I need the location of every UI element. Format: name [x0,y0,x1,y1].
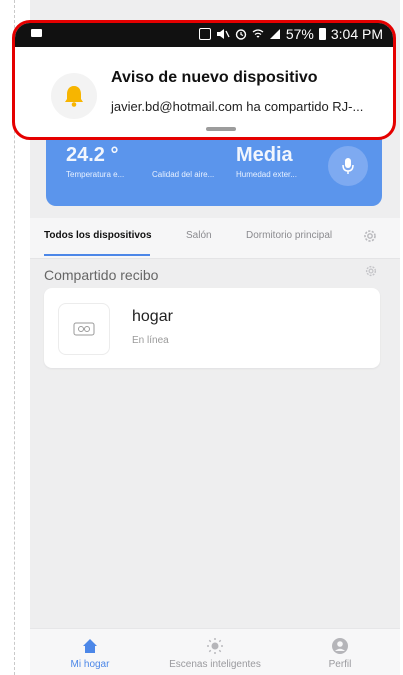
device-card[interactable]: hogar En línea [44,288,380,368]
notification-title: Aviso de nuevo dispositivo [111,69,318,86]
status-icons: 57% 3:04 PM [198,26,383,42]
battery-icon [318,28,326,40]
tab-todos-los-dispositivos[interactable]: Todos los dispositivos [44,230,152,241]
screenshot-icon [198,28,211,40]
signal-icon [269,29,280,39]
profile-icon [332,638,348,654]
nav-item-mi-hogar[interactable]: Mi hogar [30,637,150,670]
tab-salon[interactable]: Salón [186,230,212,241]
drag-handle[interactable] [206,127,236,131]
tab-dormitorio-principal[interactable]: Dormitorio principal [246,230,332,241]
device-name: hogar [132,308,173,325]
humidity-label: Humedad exter... [236,170,297,179]
humidity-value: Media [236,144,293,166]
section-gear-icon[interactable] [364,264,378,278]
notification-app-icon [51,73,97,119]
nav-label-mi-hogar: Mi hogar [70,659,110,670]
home-icon [83,639,97,653]
alarm-icon [235,29,247,40]
notification-popup[interactable]: 57% 3:04 PM Aviso de nuevo dispositivo j… [12,20,396,140]
clock-time: 3:04 PM [330,26,383,42]
device-status: En línea [132,335,169,346]
temperature-label: Temperatura e... [66,170,125,179]
video-call-icon [31,29,42,37]
active-tab-indicator [44,254,150,256]
wifi-icon [252,29,264,38]
sun-icon [207,638,223,654]
microphone-icon [342,158,354,174]
settings-gear-icon[interactable] [362,228,378,244]
link-device-icon [73,322,95,336]
nav-item-perfil[interactable]: Perfil [280,637,400,670]
notification-body: javier.bd@hotmail.com ha compartido RJ-.… [111,99,364,114]
section-title: Compartido recibo [44,267,159,283]
battery-percent: 57% [285,26,314,42]
room-tabs: Todos los dispositivos Salón Dormitorio … [30,218,400,259]
temperature-value: 24.2 ° [66,144,119,166]
status-bar: 57% 3:04 PM [15,23,393,47]
nav-label-perfil: Perfil [328,659,352,670]
bottom-navigation: Mi hogar Escenas inteligentes Perfil [30,628,400,675]
mute-icon [216,29,230,39]
microphone-button[interactable] [328,146,368,186]
nav-item-escenas-inteligentes[interactable]: Escenas inteligentes [155,637,275,670]
bell-icon [65,86,83,107]
air-quality-label: Calidad del aire... [152,170,215,179]
device-icon [58,303,110,355]
nav-label-escenas-inteligentes: Escenas inteligentes [169,659,261,670]
